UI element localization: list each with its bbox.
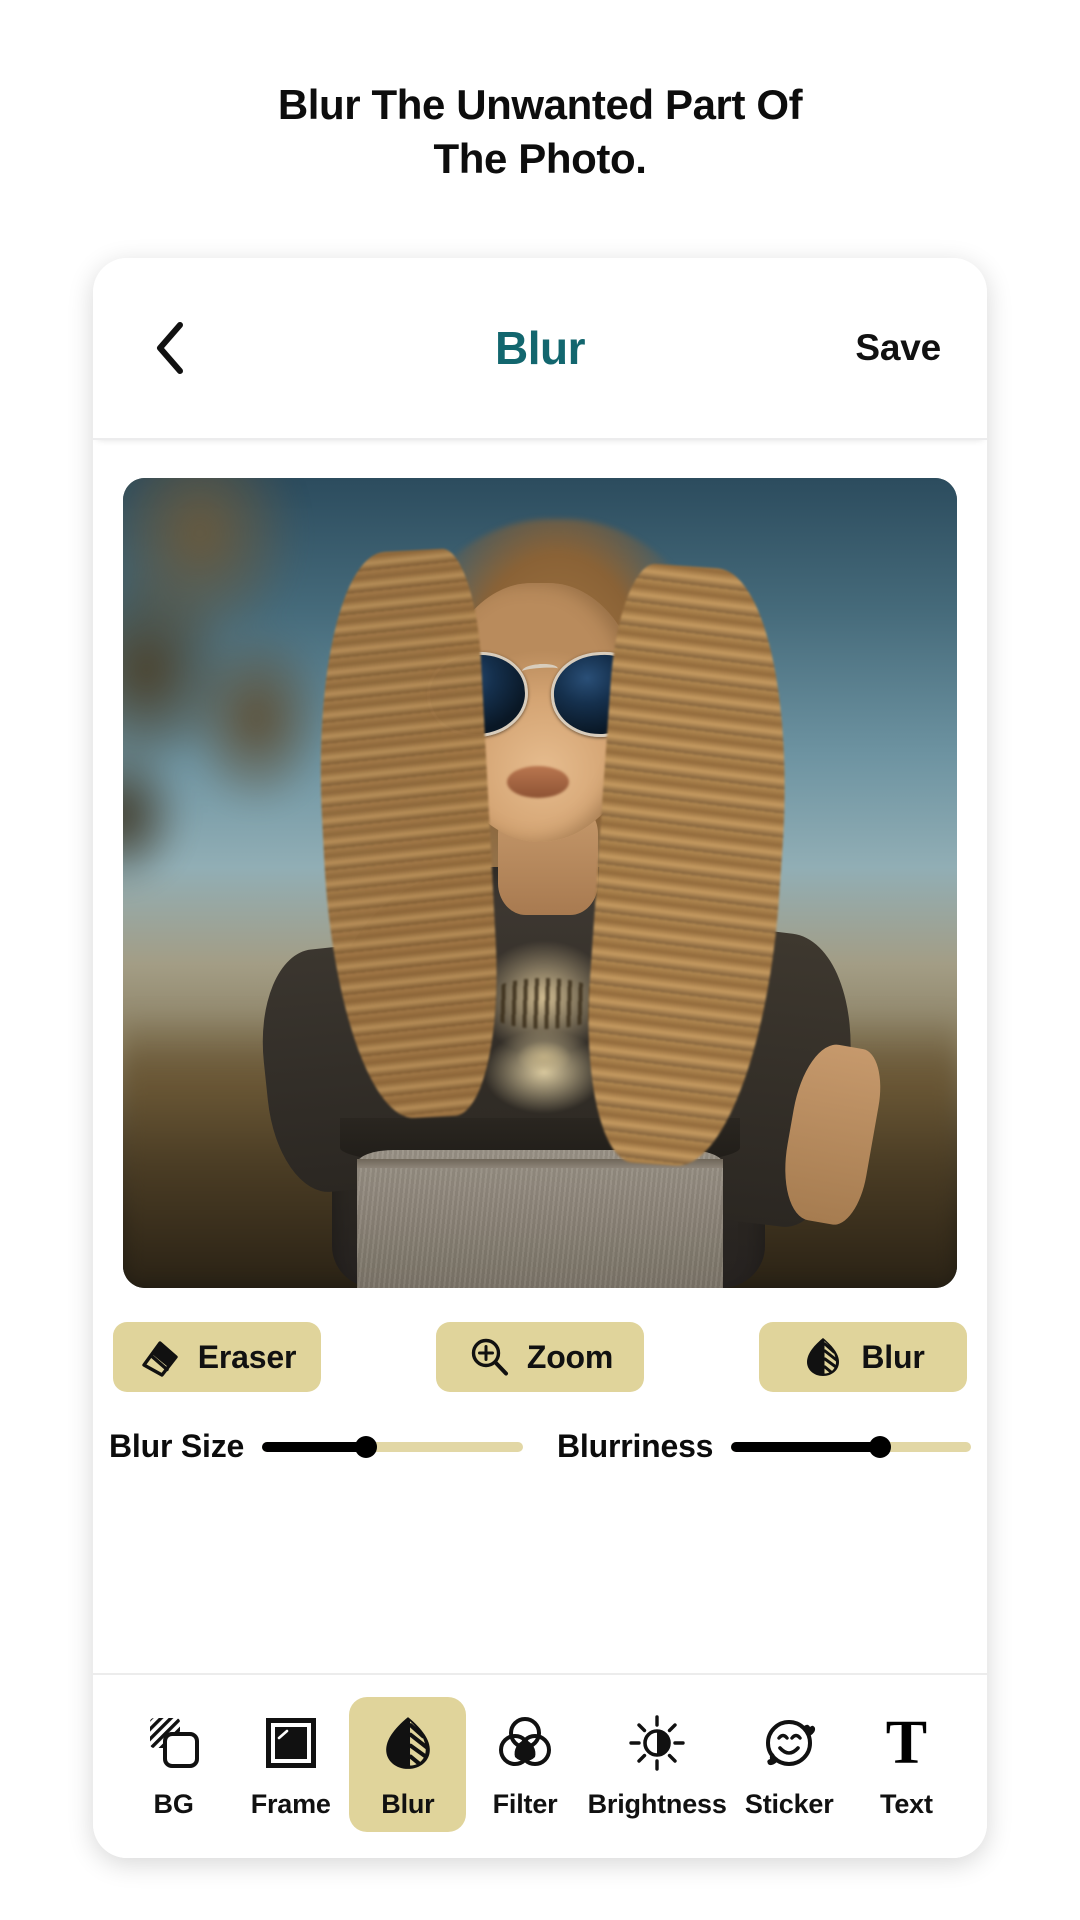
promo-headline: Blur The Unwanted Part Of The Photo. bbox=[0, 78, 1080, 186]
nav-label-sticker: Sticker bbox=[744, 1789, 834, 1819]
subject-tshirt bbox=[331, 866, 766, 1288]
tool-button-row: Eraser Zoom Blur bbox=[93, 1288, 987, 1392]
sunglass-lens-left bbox=[424, 648, 532, 741]
nav-item-sticker[interactable]: Sticker bbox=[731, 1697, 848, 1832]
nav-label-frame: Frame bbox=[250, 1789, 331, 1819]
subject-sunglasses bbox=[424, 648, 656, 741]
blur-size-label: Blur Size bbox=[109, 1428, 245, 1464]
tool-zoom-label: Zoom bbox=[526, 1338, 614, 1375]
zoom-in-icon bbox=[467, 1335, 511, 1379]
nav-item-bg[interactable]: BG bbox=[115, 1697, 232, 1832]
nav-item-blur[interactable]: Blur bbox=[349, 1697, 467, 1832]
background-layers-icon bbox=[144, 1711, 204, 1775]
blur-leaf-icon bbox=[378, 1711, 438, 1775]
save-button[interactable]: Save bbox=[855, 327, 941, 369]
subject-jeans bbox=[356, 1150, 724, 1288]
nav-item-brightness[interactable]: Brightness bbox=[584, 1697, 731, 1832]
tool-blur-label: Blur bbox=[861, 1338, 925, 1375]
blur-size-slider[interactable] bbox=[262, 1435, 523, 1458]
slider-row: Blur Size Blurriness bbox=[93, 1392, 987, 1465]
blurriness-slider[interactable] bbox=[731, 1435, 971, 1458]
photo-canvas-wrapper bbox=[93, 440, 987, 1288]
photo-subject bbox=[123, 478, 957, 1288]
tool-blur-button[interactable]: Blur bbox=[759, 1322, 967, 1392]
subject-neck bbox=[498, 802, 599, 916]
nav-label-blur: Blur bbox=[381, 1789, 435, 1819]
blur-size-slider-group: Blur Size bbox=[109, 1428, 523, 1465]
subject-hair-back bbox=[356, 518, 757, 1102]
subject-tiger-print bbox=[444, 931, 645, 1126]
photo-blurred-tree-right bbox=[757, 689, 957, 1159]
nav-item-frame[interactable]: Frame bbox=[232, 1697, 349, 1832]
tool-zoom-button[interactable]: Zoom bbox=[436, 1322, 644, 1392]
color-circles-icon bbox=[495, 1711, 555, 1775]
app-header: Blur Save bbox=[93, 258, 987, 440]
subject-arm-right bbox=[775, 1039, 889, 1230]
tool-eraser-button[interactable]: Eraser bbox=[113, 1322, 321, 1392]
bottom-toolbar: BG Frame Blur Filter Brightness Sticker … bbox=[93, 1673, 987, 1858]
blurriness-slider-thumb[interactable] bbox=[868, 1435, 891, 1458]
nav-label-text: Text bbox=[880, 1789, 933, 1819]
nav-label-filter: Filter bbox=[492, 1789, 558, 1819]
blurriness-slider-group: Blurriness bbox=[557, 1428, 971, 1465]
photo-sky-layer bbox=[123, 478, 957, 1288]
subject-hair-right bbox=[577, 561, 803, 1173]
nav-item-text[interactable]: T Text bbox=[848, 1697, 965, 1832]
text-t-icon: T bbox=[885, 1709, 928, 1777]
nav-label-brightness: Brightness bbox=[587, 1789, 727, 1819]
page-title: Blur bbox=[495, 322, 586, 374]
app-screen-card: Blur Save Eraser Zoom Blur Blur Size Blu… bbox=[93, 258, 987, 1858]
headline-line-1: Blur The Unwanted Part Of bbox=[277, 81, 803, 128]
photo-canvas[interactable] bbox=[123, 478, 957, 1288]
brightness-sun-icon bbox=[627, 1711, 687, 1775]
photo-blurred-tree-left bbox=[123, 478, 407, 932]
chevron-left-icon bbox=[152, 320, 188, 376]
subject-lips bbox=[506, 765, 570, 798]
blur-size-slider-thumb[interactable] bbox=[355, 1435, 378, 1458]
back-button[interactable] bbox=[139, 317, 201, 379]
blur-size-slider-fill bbox=[262, 1441, 367, 1452]
photo-blurred-ground bbox=[123, 1012, 957, 1288]
blur-leaf-icon bbox=[801, 1335, 845, 1379]
tool-eraser-label: Eraser bbox=[197, 1338, 297, 1375]
subject-sleeve-right bbox=[672, 923, 866, 1232]
subject-hair-left bbox=[308, 546, 505, 1122]
subject-sleeve-left bbox=[252, 941, 411, 1198]
sunglass-bridge bbox=[521, 662, 559, 678]
subject-face bbox=[439, 583, 641, 843]
headline-line-2: The Photo. bbox=[433, 134, 647, 182]
smiley-sticker-icon bbox=[759, 1711, 819, 1775]
nav-label-bg: BG bbox=[153, 1789, 194, 1819]
blurriness-slider-fill bbox=[731, 1441, 880, 1452]
sunglass-lens-right bbox=[548, 648, 656, 741]
blurriness-label: Blurriness bbox=[557, 1428, 714, 1464]
photo-frame-icon bbox=[261, 1711, 321, 1775]
nav-item-filter[interactable]: Filter bbox=[466, 1697, 583, 1832]
eraser-icon bbox=[138, 1335, 182, 1379]
subject-shirt-hem bbox=[339, 1117, 741, 1167]
